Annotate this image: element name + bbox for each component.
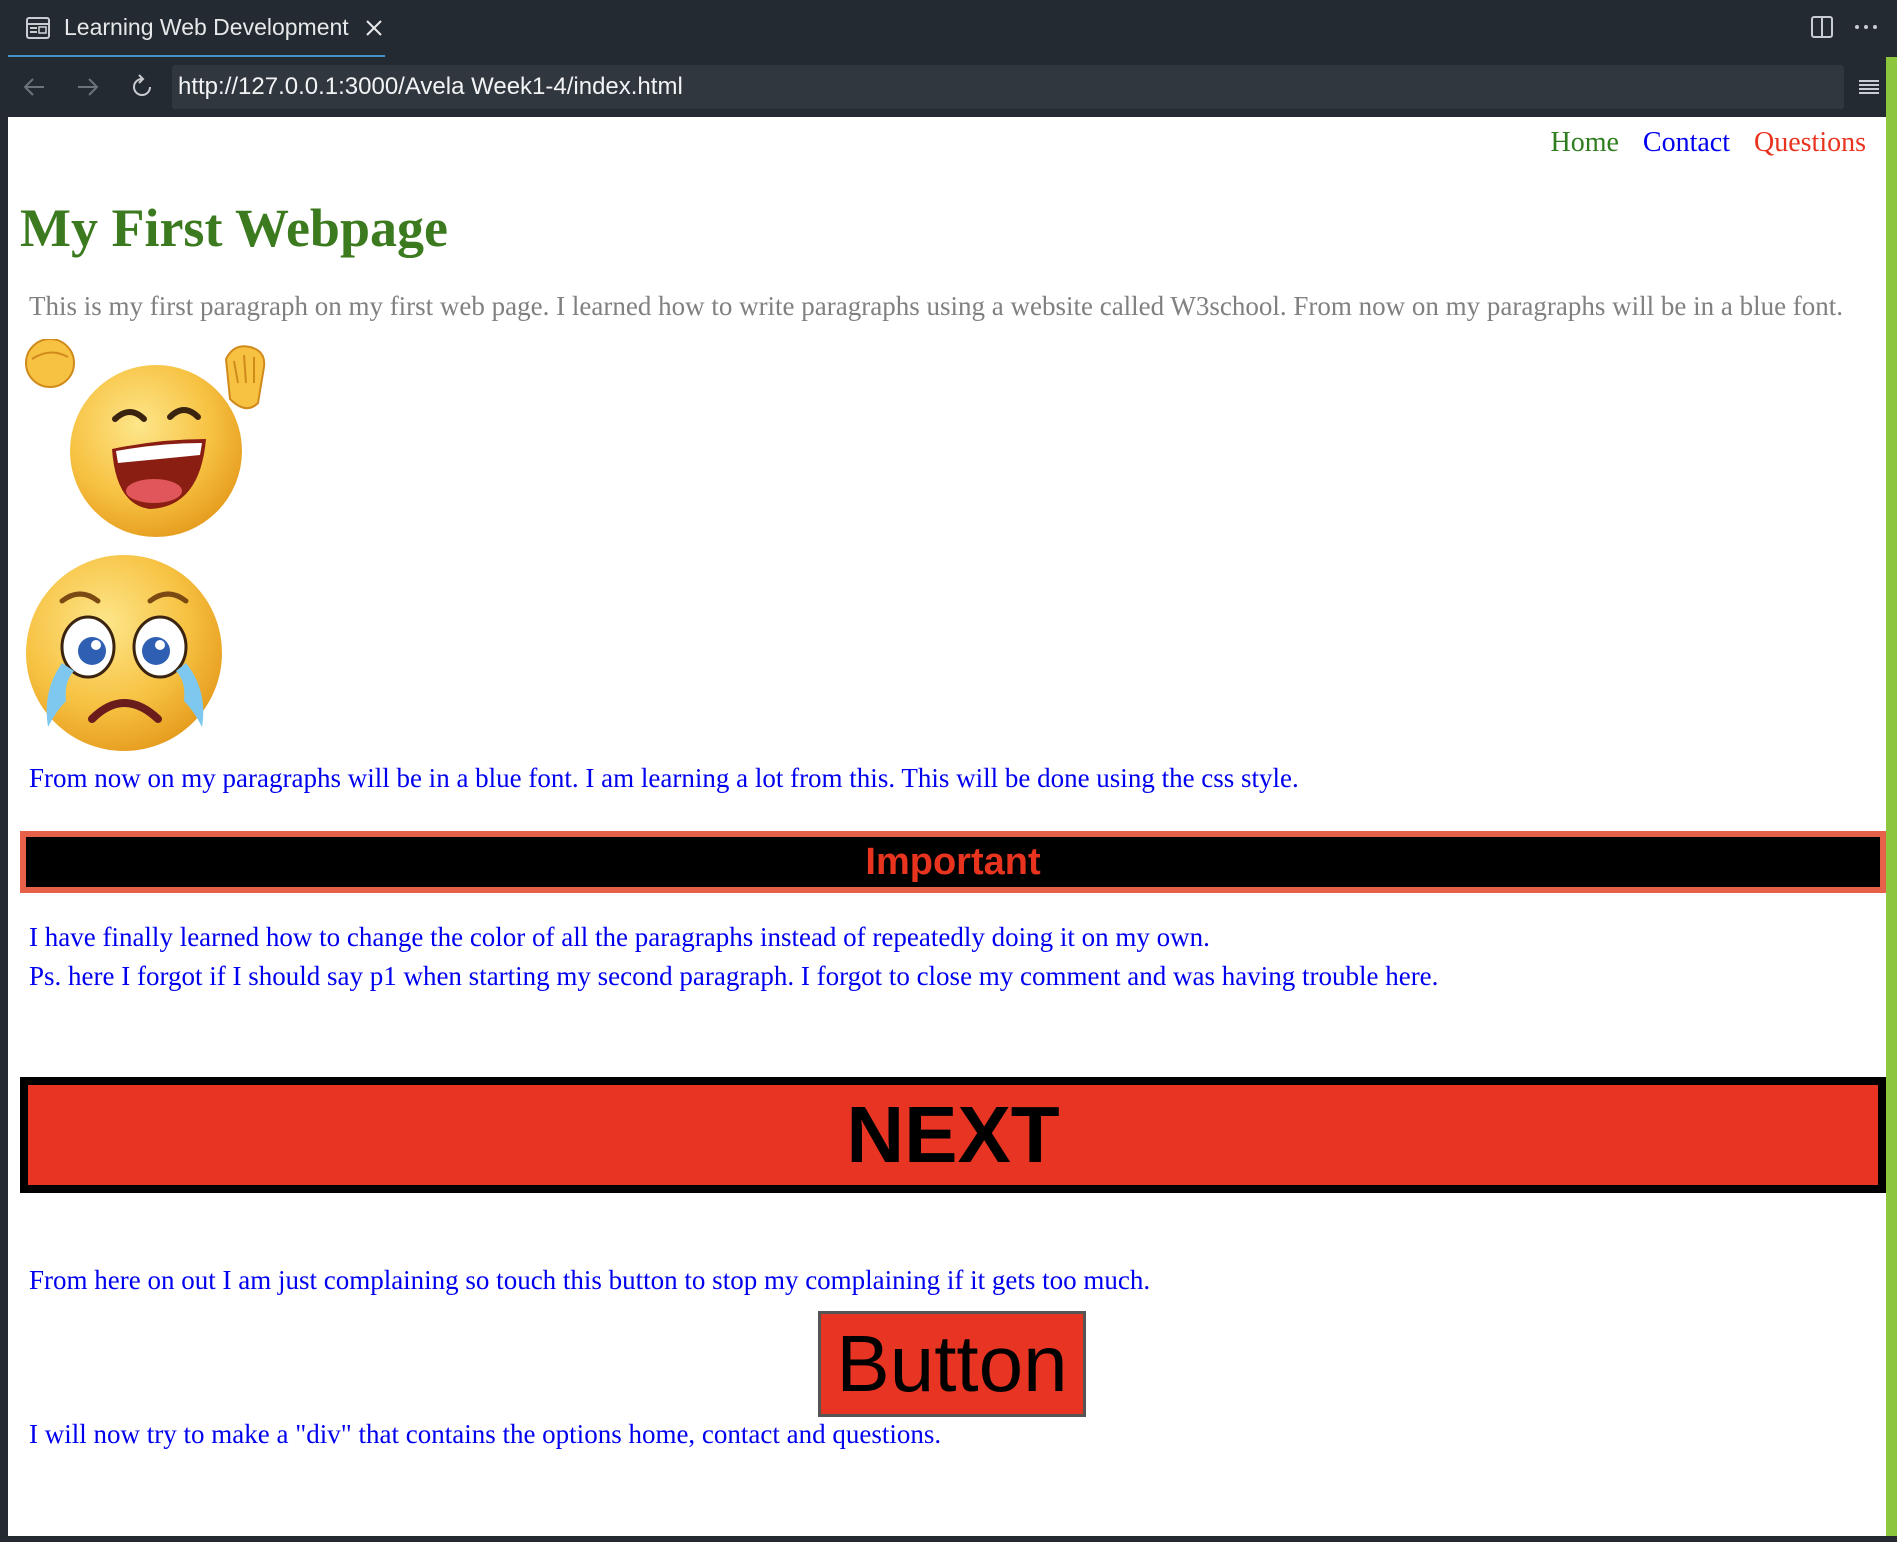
forward-button[interactable]: [70, 69, 106, 105]
window-actions: [1809, 14, 1879, 40]
split-view-icon[interactable]: [1809, 14, 1835, 40]
browser-toolbar: http://127.0.0.1:3000/Avela Week1-4/inde…: [0, 57, 1897, 117]
stop-complaining-button[interactable]: Button: [818, 1311, 1086, 1417]
intro-paragraph: This is my first paragraph on my first w…: [29, 291, 1844, 321]
complaining-paragraph: From here on out I am just complaining s…: [29, 1265, 1151, 1295]
important-label: Important: [865, 840, 1041, 883]
crying-emoji-icon: [26, 555, 222, 751]
url-text[interactable]: http://127.0.0.1:3000/Avela Week1-4/inde…: [178, 73, 683, 101]
div-paragraph: I will now try to make a "div" that cont…: [29, 1419, 942, 1449]
browser-tab[interactable]: Learning Web Development: [8, 0, 385, 57]
ps-paragraph: Ps. here I forgot if I should say p1 whe…: [29, 961, 1439, 991]
arrow-left-icon: [23, 78, 44, 96]
page-title: My First Webpage: [20, 198, 448, 258]
window-edge-accent: [1886, 57, 1897, 1536]
blue-paragraph: From now on my paragraphs will be in a b…: [29, 763, 1299, 793]
laughing-emoji-icon: [25, 339, 266, 537]
back-button[interactable]: [16, 69, 52, 105]
top-nav: Home Contact Questions: [1550, 127, 1866, 159]
tab-strip: Learning Web Development: [0, 0, 1897, 57]
tab-title: Learning Web Development: [64, 14, 349, 40]
address-bar[interactable]: http://127.0.0.1:3000/Avela Week1-4/inde…: [172, 65, 1844, 109]
nav-link-contact[interactable]: Contact: [1643, 127, 1730, 159]
more-options-icon[interactable]: [1853, 14, 1879, 40]
next-label: NEXT: [846, 1090, 1060, 1179]
close-icon[interactable]: [363, 17, 385, 39]
arrow-right-icon: [78, 78, 99, 96]
page-icon: [26, 16, 50, 39]
important-banner: Important: [20, 831, 1886, 893]
nav-link-questions[interactable]: Questions: [1754, 127, 1866, 159]
reload-icon: [133, 74, 151, 96]
learned-paragraph: I have finally learned how to change the…: [29, 922, 1210, 952]
next-banner: NEXT: [20, 1077, 1886, 1193]
page-viewport: Home Contact Questions My First Webpage …: [8, 117, 1886, 1536]
nav-link-home[interactable]: Home: [1550, 127, 1618, 159]
reload-button[interactable]: [124, 69, 160, 105]
menu-icon[interactable]: [1853, 71, 1885, 103]
